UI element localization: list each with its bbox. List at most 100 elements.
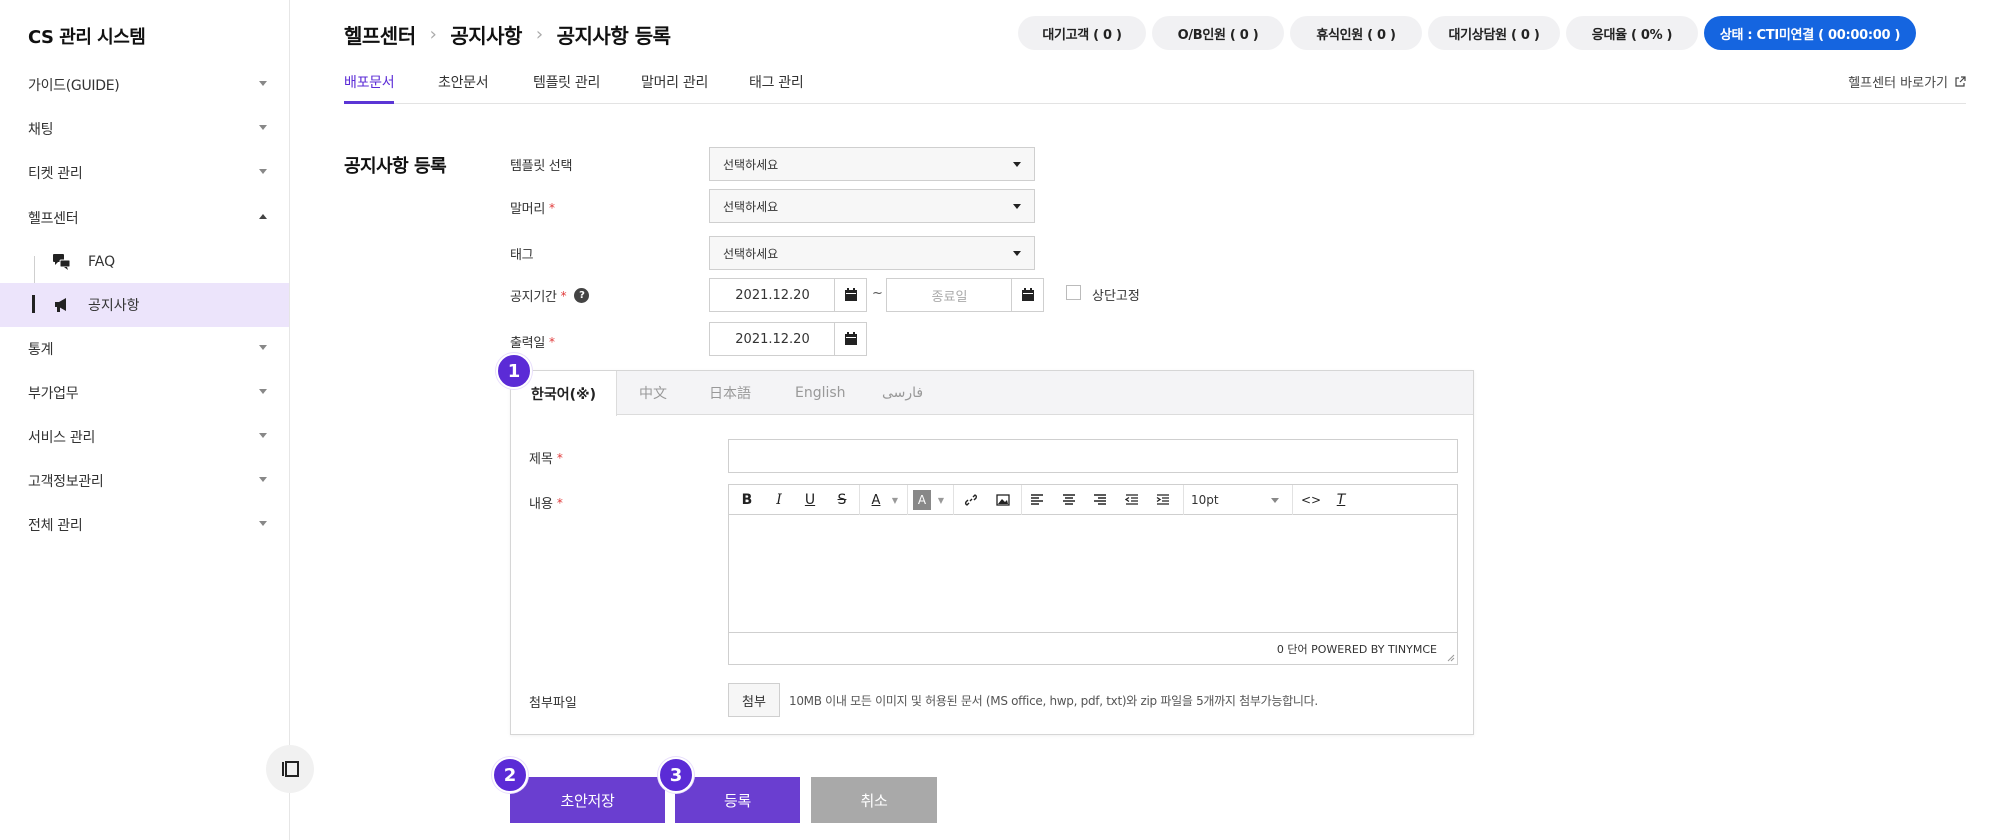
- end-date-placeholder: 종료일: [931, 289, 968, 305]
- template-label: 템플릿 선택: [510, 155, 572, 174]
- font-color-button[interactable]: A: [865, 490, 887, 510]
- template-select[interactable]: 선택하세요: [709, 147, 1035, 181]
- menu-item-stats[interactable]: 통계: [0, 327, 289, 371]
- menu-item-extra[interactable]: 부가업무: [0, 371, 289, 415]
- status-pill-cti[interactable]: 상태 : CTI미연결 ( 00:00:00 ): [1704, 16, 1916, 50]
- status-pill-rest[interactable]: 휴식인원 ( 0 ): [1290, 16, 1422, 50]
- start-date-input[interactable]: 2021.12.20: [709, 278, 867, 312]
- menu-item-service[interactable]: 서비스 관리: [0, 415, 289, 459]
- tab-tags[interactable]: 태그 관리: [749, 72, 804, 92]
- chevron-up-icon: [259, 214, 267, 219]
- pin-top-label: 상단고정: [1092, 289, 1140, 304]
- lang-tab-english[interactable]: English: [795, 371, 846, 415]
- status-pill-ob[interactable]: O/B인원 ( 0 ): [1152, 16, 1284, 50]
- sub-item-notice[interactable]: 공지사항: [0, 283, 289, 327]
- outdent-icon[interactable]: [1122, 490, 1142, 510]
- caret-down-icon: [1013, 251, 1021, 256]
- toolbar-divider: [859, 485, 860, 515]
- attachment-label-text: 첨부파일: [529, 696, 577, 711]
- helpcenter-link[interactable]: 헬프센터 바로가기: [1848, 72, 1966, 91]
- caret-down-icon: [1013, 162, 1021, 167]
- italic-button[interactable]: I: [769, 490, 789, 510]
- menu-item-label: 헬프센터: [28, 211, 79, 227]
- bg-color-button[interactable]: A: [913, 490, 931, 510]
- cancel-button[interactable]: 취소: [811, 777, 937, 823]
- attachment-note: 10MB 이내 모든 이미지 및 허용된 문서 (MS office, hwp,…: [789, 694, 1318, 708]
- calendar-icon[interactable]: [834, 323, 866, 355]
- status-pill-waiting[interactable]: 대기고객 ( 0 ): [1018, 16, 1146, 50]
- calendar-icon[interactable]: [1011, 279, 1043, 311]
- strikethrough-button[interactable]: S: [832, 490, 852, 510]
- attach-button[interactable]: 첨부: [728, 683, 780, 717]
- content-label-text: 내용: [529, 497, 553, 512]
- menu-item-admin[interactable]: 전체 관리: [0, 503, 289, 547]
- end-date-input[interactable]: 종료일: [886, 278, 1044, 312]
- chevron-down-icon: [259, 389, 267, 394]
- caret-down-icon[interactable]: ▼: [889, 490, 901, 510]
- font-size-value: 10pt: [1191, 493, 1219, 507]
- menu-item-guide[interactable]: 가이드(GUIDE): [0, 63, 289, 107]
- menu-item-helpcenter[interactable]: 헬프센터: [0, 196, 289, 240]
- print-date-value: 2021.12.20: [735, 331, 810, 347]
- caret-down-icon[interactable]: ▼: [935, 490, 947, 510]
- prefix-label: 말머리 *: [510, 198, 555, 218]
- align-left-icon[interactable]: [1027, 490, 1047, 510]
- tab-templates[interactable]: 템플릿 관리: [533, 72, 600, 92]
- help-icon[interactable]: ?: [574, 288, 590, 303]
- print-date-input[interactable]: 2021.12.20: [709, 322, 867, 356]
- sub-item-label: FAQ: [88, 254, 116, 270]
- chevron-down-icon: [259, 125, 267, 130]
- tab-active-underline: [344, 101, 394, 104]
- status-pill-agents[interactable]: 대기상담원 ( 0 ): [1428, 16, 1560, 50]
- caret-down-icon: [1271, 498, 1279, 503]
- align-center-icon[interactable]: [1059, 490, 1079, 510]
- register-button[interactable]: 등록: [675, 777, 800, 823]
- lang-tab-persian[interactable]: فارسی: [882, 371, 923, 415]
- link-icon[interactable]: [961, 490, 981, 510]
- template-select-value: 선택하세요: [723, 157, 779, 172]
- prefix-select[interactable]: 선택하세요: [709, 189, 1035, 223]
- sidebar-collapse-button[interactable]: [266, 745, 314, 793]
- menu-item-chat[interactable]: 채팅: [0, 107, 289, 151]
- tab-drafts[interactable]: 초안문서: [438, 72, 489, 92]
- source-code-icon[interactable]: <>: [1301, 490, 1321, 510]
- resize-handle-icon[interactable]: [1445, 652, 1455, 662]
- rich-text-editor[interactable]: B I U S A ▼ A ▼ 10pt <> T 0 단어 POWERED B…: [728, 484, 1458, 665]
- lang-tab-japanese[interactable]: 日本語: [709, 371, 751, 415]
- title-input[interactable]: [728, 439, 1458, 473]
- required-mark: *: [556, 495, 563, 510]
- toolbar-divider: [907, 485, 908, 515]
- bold-button[interactable]: B: [737, 490, 757, 510]
- indent-icon[interactable]: [1153, 490, 1173, 510]
- caret-down-icon: [1013, 204, 1021, 209]
- date-range-separator: ~: [872, 286, 883, 301]
- tag-select[interactable]: 선택하세요: [709, 236, 1035, 270]
- breadcrumb-item[interactable]: 헬프센터: [344, 20, 416, 49]
- breadcrumb-item[interactable]: 공지사항: [450, 20, 522, 49]
- image-icon[interactable]: [993, 490, 1013, 510]
- chat-bubbles-icon: [53, 254, 71, 270]
- sub-item-faq[interactable]: FAQ: [0, 240, 289, 284]
- align-right-icon[interactable]: [1090, 490, 1110, 510]
- menu-item-customer[interactable]: 고객정보관리: [0, 459, 289, 503]
- toolbar-divider: [1183, 485, 1184, 515]
- tab-prefixes[interactable]: 말머리 관리: [641, 72, 708, 92]
- title-label: 제목 *: [529, 448, 563, 468]
- menu-item-label: 티켓 관리: [28, 166, 83, 182]
- lang-tab-chinese[interactable]: 中文: [639, 371, 667, 415]
- status-pill-response-rate[interactable]: 응대율 ( 0% ): [1566, 16, 1698, 50]
- tag-label: 태그: [510, 244, 534, 263]
- clear-format-icon[interactable]: T: [1331, 490, 1351, 510]
- underline-button[interactable]: U: [800, 490, 820, 510]
- chevron-down-icon: [259, 433, 267, 438]
- pin-top-checkbox[interactable]: [1066, 285, 1081, 300]
- draft-save-button[interactable]: 초안저장: [510, 777, 665, 823]
- calendar-icon[interactable]: [834, 279, 866, 311]
- menu-item-ticket[interactable]: 티켓 관리: [0, 151, 289, 195]
- status-pills: 대기고객 ( 0 ) O/B인원 ( 0 ) 휴식인원 ( 0 ) 대기상담원 …: [1018, 16, 1916, 50]
- tab-published[interactable]: 배포문서: [344, 72, 395, 92]
- step-badge-2: 2: [492, 757, 528, 793]
- title-label-text: 제목: [529, 452, 553, 467]
- font-size-select[interactable]: 10pt: [1191, 490, 1285, 510]
- editor-status-bar: 0 단어 POWERED BY TINYMCE: [729, 632, 1457, 664]
